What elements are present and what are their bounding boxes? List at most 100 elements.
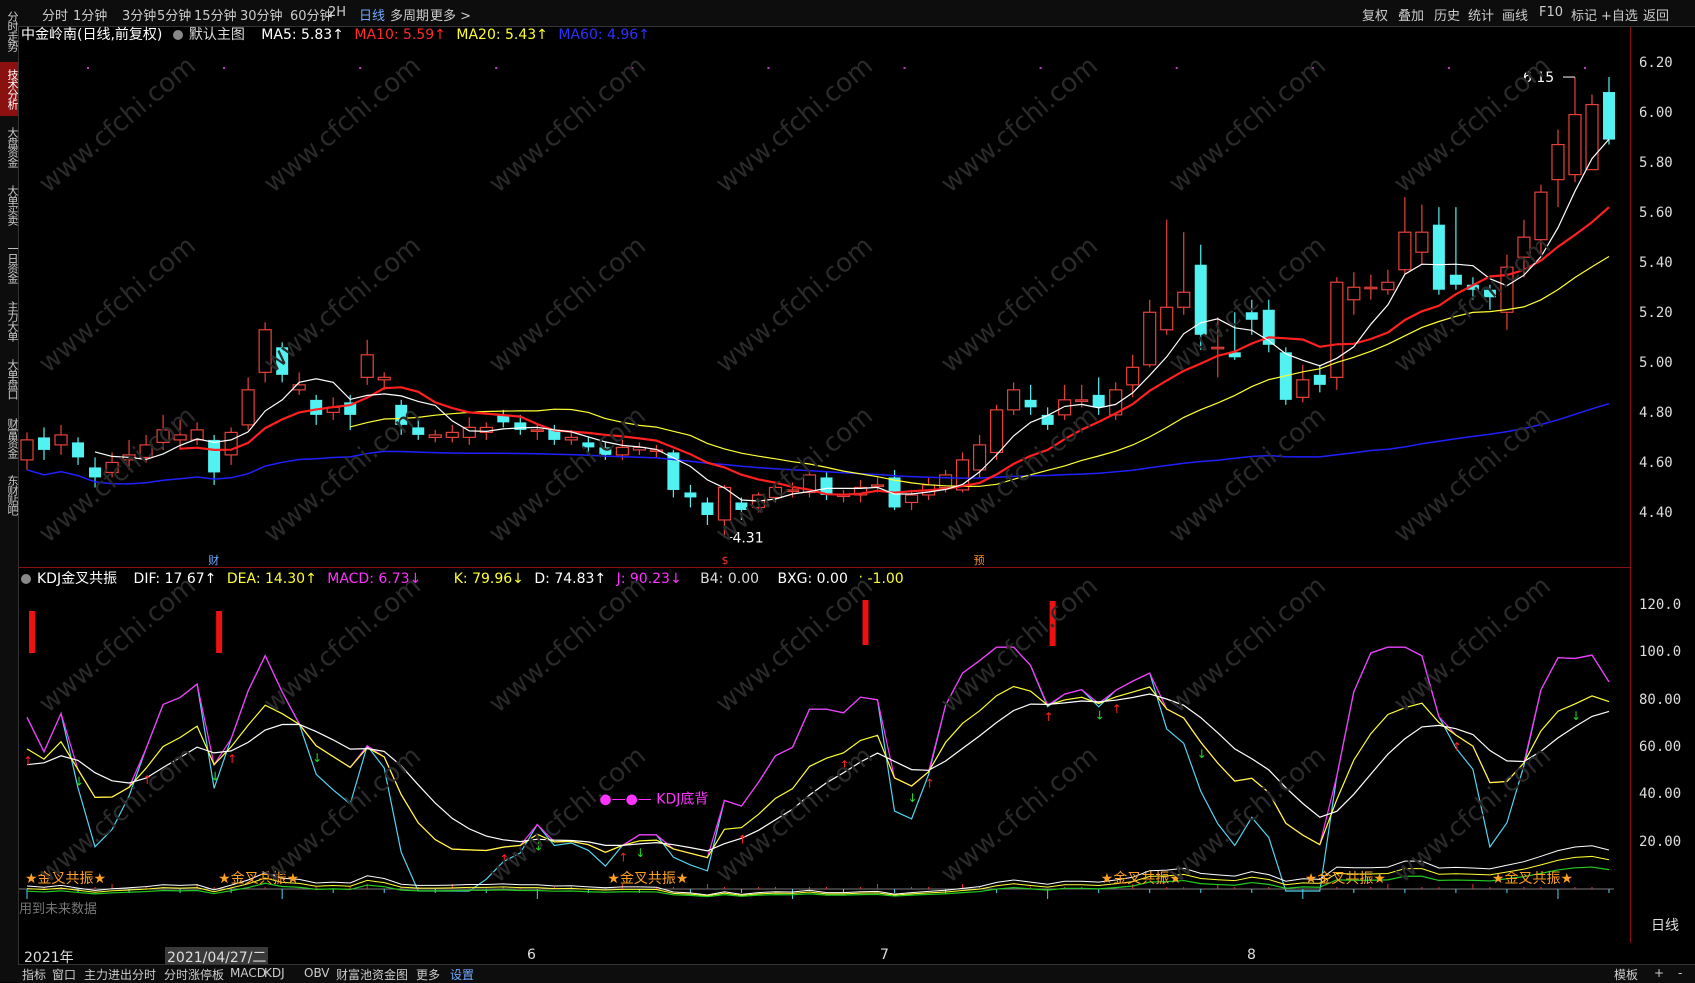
event-marker-dot — [1039, 67, 1042, 69]
period-tab-1[interactable]: 1分钟 — [73, 5, 107, 24]
price-label: 6.00 — [1639, 104, 1673, 121]
period-tab-6[interactable]: 60分钟 — [290, 5, 333, 24]
candle — [1568, 77, 1582, 183]
candle — [1347, 272, 1361, 315]
bottom-tab-8[interactable]: 更多 — [416, 966, 440, 983]
candle — [1007, 382, 1021, 415]
event-marker-dot — [1583, 67, 1586, 69]
tool-button-6[interactable]: 标记 — [1571, 5, 1597, 24]
candle — [1432, 207, 1445, 295]
buy-arrow-icon: ↑ — [1044, 710, 1054, 724]
period-tab-8[interactable]: 日线 — [359, 5, 385, 24]
period-tab-7[interactable]: 2H — [328, 5, 346, 20]
candle — [1415, 204, 1429, 265]
golden-cross-label: ★金叉共振★ — [607, 871, 688, 887]
buy-arrow-icon: ↑ — [499, 852, 509, 866]
candle — [751, 492, 766, 513]
buy-arrow-icon: ↑ — [227, 752, 237, 766]
price-label: 5.20 — [1639, 304, 1673, 321]
price-label: 6.20 — [1639, 54, 1673, 71]
bottom-tab-2[interactable]: 主力进出分时 — [84, 966, 156, 983]
kdj-chart: ↑ ↑ ↑ ↑ ↑ ↑ ↑ ↑ ↑ ↑ ↑ ↓ ↓ ↓ ↓ ↓ ↓ ↓ ↓ ↓ ★金叉共振★ ★金叉共振★ ★金叉共振★ ★金… — [19, 600, 1614, 917]
kdj-divergence-label: ●—●— KDJ底背 — [599, 791, 708, 807]
template-button[interactable]: 模板 — [1614, 966, 1638, 983]
bottom-toolbar: 指标 窗口 主力进出分时 分时涨停板 MACD KDJ OBV 财富池资金图 更多 设置 模板 + - — [18, 964, 1695, 983]
period-tab-0[interactable]: 分时 — [42, 5, 68, 24]
candle — [632, 442, 646, 455]
event-marker-1[interactable]: $ — [721, 554, 728, 567]
sidebar-item-2[interactable]: 大盘资金 — [0, 120, 19, 174]
tool-button-1[interactable]: 叠加 — [1398, 5, 1424, 24]
sell-arrow-icon: ↓ — [533, 839, 543, 853]
candle — [1449, 207, 1462, 290]
sidebar-item-8[interactable]: 东财贴吧 — [0, 468, 19, 522]
bottom-tab-1[interactable]: 窗口 — [52, 966, 76, 983]
candle — [445, 424, 459, 443]
period-tab-2[interactable]: 3分钟 — [122, 5, 156, 24]
sidebar-item-5[interactable]: 主力大单 — [0, 294, 19, 348]
buy-arrow-icon: ↑ — [925, 777, 935, 791]
bottom-tab-3[interactable]: 分时涨停板 — [164, 966, 224, 983]
bottom-tab-7[interactable]: 财富池资金图 — [336, 966, 408, 983]
indicator-panel[interactable]: KDJ金叉共振 DIF: 17.67↑ DEA: 14.30↑ MACD: 6.… — [19, 568, 1630, 943]
tool-button-8[interactable]: 返回 — [1643, 5, 1669, 24]
left-sidebar: 分时走势技术分析大盘资金大单买卖一日资金主力大单大单盘口财富资金东财贴吧 — [0, 0, 19, 982]
bottom-tab-4[interactable]: MACD — [230, 966, 266, 980]
bottom-tab-0[interactable]: 指标 — [22, 966, 46, 983]
sidebar-item-7[interactable]: 财富资金 — [0, 412, 19, 464]
tool-button-5[interactable]: F10 — [1539, 5, 1563, 20]
app-window: 分时走势技术分析大盘资金大单买卖一日资金主力大单大单盘口财富资金东财贴吧 分时 1… — [0, 0, 1695, 983]
candle — [717, 484, 732, 538]
sidebar-item-3[interactable]: 大单买卖 — [0, 178, 19, 232]
buy-arrow-icon: ↑ — [23, 754, 33, 768]
candle — [701, 497, 714, 525]
top-toolbar: 分时 1分钟 3分钟 5分钟 15分钟 30分钟 60分钟 2H 日线 多周期 更多 > 复权 叠加 历史… — [18, 0, 1695, 27]
candle — [1211, 317, 1225, 378]
event-marker-0[interactable]: 财 — [208, 553, 219, 567]
bottom-tab-9[interactable]: 设置 — [450, 966, 474, 983]
high-price-label: 6.15 — [1523, 70, 1554, 86]
d-line — [26, 693, 1610, 852]
candle — [276, 342, 289, 383]
date-label-2: 6 — [527, 947, 536, 963]
bottom-tab-5[interactable]: KDJ — [264, 966, 285, 980]
indicator-label: 120.0 — [1639, 596, 1682, 613]
tool-button-3[interactable]: 统计 — [1468, 5, 1494, 24]
buy-arrow-icon: ↑ — [142, 773, 152, 787]
period-tab-4[interactable]: 15分钟 — [194, 5, 237, 24]
sidebar-item-4[interactable]: 一日资金 — [0, 236, 19, 290]
tool-button-7[interactable]: +自选 — [1601, 5, 1638, 24]
candle — [836, 489, 851, 503]
bottom-tab-6[interactable]: OBV — [304, 966, 330, 980]
j-line — [26, 646, 1610, 859]
price-label: 4.40 — [1639, 504, 1673, 521]
date-label-4: 8 — [1247, 947, 1256, 963]
candle — [1381, 269, 1395, 295]
event-marker-dot — [767, 67, 770, 69]
tool-button-0[interactable]: 复权 — [1362, 5, 1388, 24]
period-label[interactable]: 日线 — [1651, 915, 1679, 935]
main-chart-panel[interactable]: 中金岭南(日线,前复权) 默认主图 MA5: 5.83↑ MA10: 5.59↑… — [19, 27, 1630, 568]
zoom-out-button[interactable]: - — [1678, 966, 1682, 980]
signal-bar — [862, 600, 869, 645]
sidebar-item-1[interactable]: 技术分析 — [0, 62, 19, 116]
candle — [224, 427, 238, 465]
price-axis[interactable]: 6.20 6.00 5.80 5.60 5.40 5.20 5.00 4.80 4.60 4.40… — [1630, 27, 1695, 943]
period-tab-9[interactable]: 多周期 — [390, 5, 429, 24]
candle — [428, 429, 442, 443]
sell-arrow-icon: ↓ — [1095, 708, 1105, 722]
period-tab-10[interactable]: 更多 > — [430, 5, 471, 24]
candle — [921, 477, 936, 500]
price-label: 5.80 — [1639, 154, 1673, 171]
tool-button-4[interactable]: 画线 — [1502, 5, 1528, 24]
period-tab-3[interactable]: 5分钟 — [157, 5, 191, 24]
candle — [72, 437, 85, 465]
candle — [1500, 254, 1514, 330]
sidebar-item-0[interactable]: 分时走势 — [0, 4, 19, 58]
period-tab-5[interactable]: 30分钟 — [240, 5, 283, 24]
zoom-in-button[interactable]: + — [1654, 966, 1664, 980]
tool-button-2[interactable]: 历史 — [1434, 5, 1460, 24]
event-marker-2[interactable]: 预 — [974, 554, 985, 567]
sidebar-item-6[interactable]: 大单盘口 — [0, 352, 19, 406]
candle — [1330, 277, 1344, 390]
